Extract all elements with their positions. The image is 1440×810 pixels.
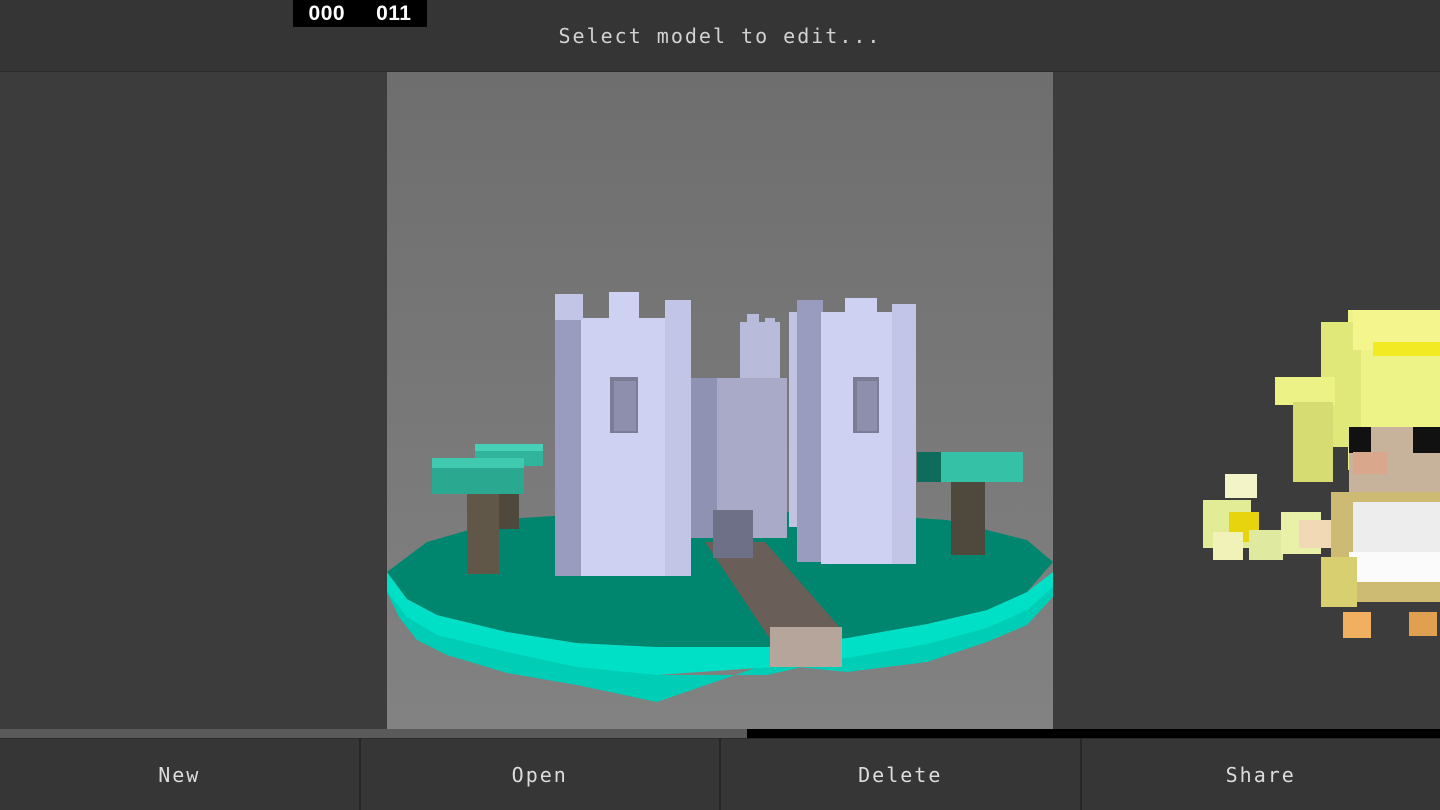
carousel-scroll-indicator: [0, 729, 1440, 738]
tree-trunk: [951, 477, 985, 555]
tower-left: [581, 318, 669, 576]
voxel-character-model[interactable]: [1053, 72, 1440, 729]
bottom-toolbar: New Open Delete Share: [0, 738, 1440, 810]
castle-gate: [713, 510, 753, 558]
model-counter: 000 011: [293, 0, 427, 27]
page-title: Select model to edit...: [558, 24, 882, 48]
previous-model-slot[interactable]: [0, 72, 387, 729]
tower-left-side: [555, 294, 583, 576]
tower-right-side: [797, 300, 823, 562]
counter-current: 000: [308, 1, 346, 25]
castle-model[interactable]: [387, 72, 1053, 729]
header-bar: 000 011 Select model to edit...: [0, 0, 1440, 72]
counter-total: 011: [376, 1, 412, 25]
next-model-slot[interactable]: [1053, 72, 1440, 729]
delete-button[interactable]: Delete: [721, 738, 1082, 810]
share-button[interactable]: Share: [1081, 738, 1440, 810]
path-edge: [770, 627, 842, 667]
open-button[interactable]: Open: [360, 738, 721, 810]
model-preview-castle[interactable]: [387, 72, 1053, 729]
scroll-indicator-fill: [0, 729, 748, 738]
new-button[interactable]: New: [0, 738, 361, 810]
model-carousel[interactable]: [0, 72, 1440, 729]
